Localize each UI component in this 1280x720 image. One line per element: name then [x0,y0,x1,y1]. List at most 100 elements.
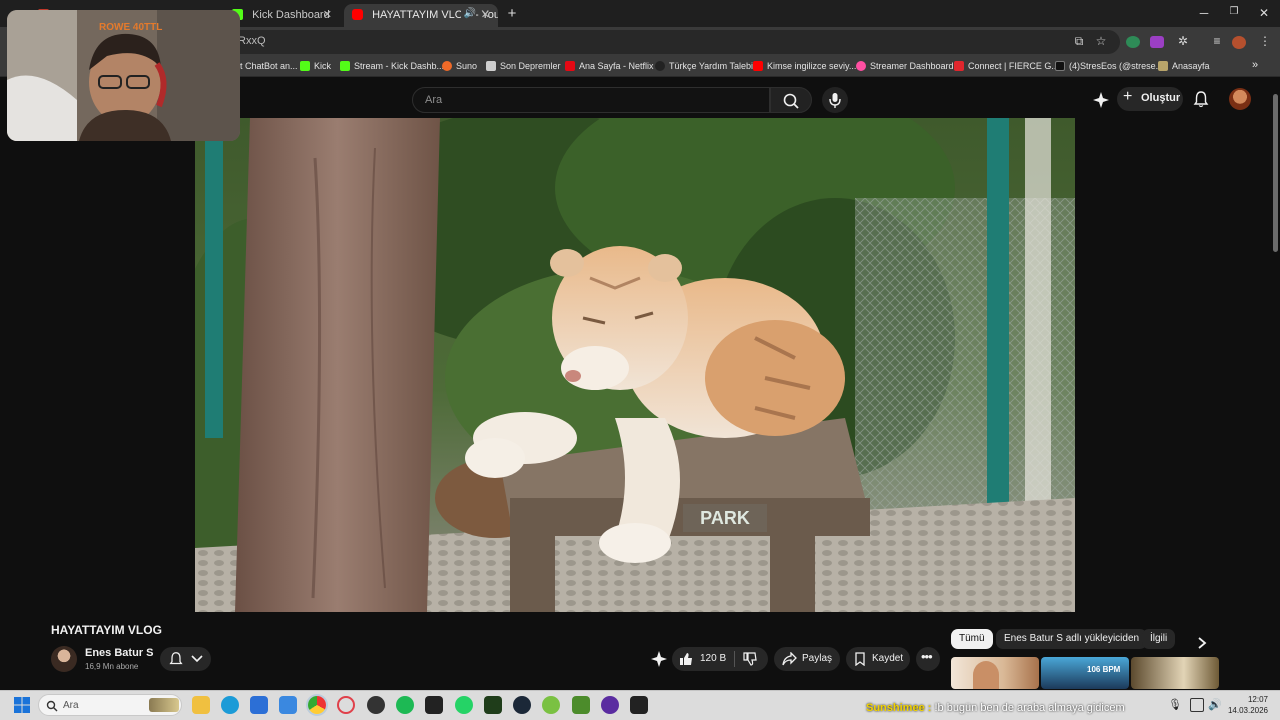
thumbs-down-icon[interactable] [743,652,757,666]
channel-avatar[interactable] [51,646,77,672]
bookmark-item[interactable]: Anasayfa [1158,61,1210,71]
bookmark-item[interactable]: Connect | FIERCE G... [954,61,1059,71]
app-icon[interactable] [601,696,619,714]
recommended-video-thumbnail[interactable]: 106 BPM [1041,657,1129,689]
speaker-icon[interactable]: 🔊 [460,8,476,19]
bookmark-item[interactable]: Kick [300,61,331,71]
plus-icon: + [1123,88,1133,105]
scrollbar-thumb[interactable] [1273,94,1278,252]
divider [734,651,735,667]
tab-label: Kick Dashboard [252,9,330,21]
app-icon[interactable] [542,696,560,714]
new-tab-plus-icon[interactable]: + [502,5,522,22]
extension-icon[interactable] [1126,36,1140,48]
minimize-icon[interactable]: ─ [1194,6,1214,20]
search-placeholder: Ara [425,94,443,106]
sparkle-icon[interactable] [650,650,668,668]
thumbs-up-icon[interactable] [679,652,693,666]
create-button[interactable]: + Oluştur [1117,87,1183,111]
thumbnail-face [973,661,999,689]
like-count[interactable]: 120 B [700,653,726,664]
tab-youtube-video[interactable]: HAYATTAYIM VLOG - YouTu 🔊 ✕ [344,4,498,27]
kebab-menu-icon[interactable]: ⋮ [1256,34,1274,50]
bookmark-label: Anasayfa [1172,61,1210,71]
bookmark-star-icon[interactable]: ☆ [1092,34,1110,50]
ticker-username: Sunshimee : [866,702,932,714]
bookmark-save-icon [855,652,865,666]
bookmark-label: Kimse ingilizce seviy... [767,61,857,71]
search-input[interactable]: Ara [412,87,770,113]
bookmark-label: Connect | FIERCE G... [968,61,1059,71]
account-avatar[interactable] [1229,88,1251,110]
file-explorer-icon[interactable] [192,696,210,714]
chip-all[interactable]: Tümü [951,629,993,649]
whatsapp-icon[interactable] [455,696,473,714]
share-icon [782,652,797,666]
microphone-icon[interactable]: 🎙 [1168,698,1182,712]
epic-games-icon[interactable] [630,696,648,714]
bookmark-item[interactable]: Kimse ingilizce seviy... [753,61,856,71]
recommended-video-thumbnail[interactable] [951,657,1039,689]
bookmark-label: Stream - Kick Dashb... [354,61,445,71]
system-clock[interactable]: 12:07 14.03.2026 [1224,694,1268,716]
page-icon [1158,61,1168,71]
bookmark-item[interactable]: (4)StresEos (@strese... [1055,61,1163,71]
notifications-bell-icon[interactable] [1192,90,1210,108]
profile-avatar-icon[interactable] [1232,36,1246,49]
sparkle-icon[interactable] [1092,91,1110,109]
bookmark-item[interactable]: Suno [442,61,477,71]
chip-related[interactable]: İlgili [1142,629,1176,649]
share-label: Paylaş [802,653,833,664]
windows-start-icon[interactable] [13,696,31,714]
network-icon[interactable] [1190,698,1204,712]
channel-name[interactable]: Enes Batur S [85,647,153,659]
app-icon[interactable] [367,696,385,714]
fierce-icon [954,61,964,71]
bookmark-item[interactable]: t ChatBot an... [240,61,298,71]
playlist-icon[interactable]: ≡ [1208,34,1226,50]
window-close-icon[interactable]: ✕ [1254,6,1274,20]
share-button[interactable]: Paylaş [774,647,840,671]
url-text[interactable]: RxxQ [238,35,266,47]
cast-icon[interactable]: ⧉ [1070,34,1088,50]
store-icon[interactable] [250,696,268,714]
edge-icon[interactable] [221,696,239,714]
bookmark-item[interactable]: Son Depremler [486,61,561,71]
recommended-video-thumbnail[interactable] [1131,657,1219,689]
more-actions-button[interactable]: ••• [916,647,940,671]
subscription-bell-button[interactable] [160,647,211,671]
chip-from-uploader[interactable]: Enes Batur S adlı yükleyiciden [996,629,1148,649]
search-icon [783,93,799,109]
minecraft-icon[interactable] [572,696,590,714]
bookmark-item[interactable]: Ana Sayfa - Netflix [565,61,654,71]
bookmark-item[interactable]: Türkçe Yardım Talebi [655,61,753,71]
address-bar[interactable]: RxxQ [180,30,1120,54]
app-icon[interactable] [279,696,297,714]
bookmark-item[interactable]: Streamer Dashboard [856,61,954,71]
chevron-right-icon[interactable]: » [1252,59,1258,71]
taskbar-search-input[interactable]: Ara [38,694,182,716]
volume-icon[interactable]: 🔊 [1208,698,1222,712]
spotify-icon[interactable] [396,696,414,714]
voice-search-button[interactable] [822,87,848,113]
youtube-icon [753,61,763,71]
opera-icon[interactable] [337,696,355,714]
bookmark-label: Kick [314,61,332,71]
extension-icon[interactable] [1150,36,1164,48]
nvidia-icon[interactable] [425,696,443,714]
bookmark-item[interactable]: Stream - Kick Dashb... [340,61,444,71]
kick-studio-icon[interactable] [484,696,502,714]
ticker-message: !b bugün ben de araba almaya gidicem [934,702,1125,714]
video-player[interactable]: PARK [195,118,1075,612]
chevron-right-icon[interactable] [1197,636,1207,650]
subscriber-count: 16,9 Mn abone [85,662,139,671]
close-icon[interactable]: ✕ [323,8,332,21]
close-icon[interactable]: ✕ [481,8,490,21]
puzzle-extensions-icon[interactable]: ✲ [1174,34,1192,50]
search-button[interactable] [770,87,812,113]
video-title: HAYATTAYIM VLOG [51,623,162,637]
save-button[interactable]: Kaydet [846,647,910,671]
chrome-icon[interactable] [308,696,326,714]
steam-icon[interactable] [513,696,531,714]
restore-icon[interactable]: ❐ [1224,6,1244,17]
